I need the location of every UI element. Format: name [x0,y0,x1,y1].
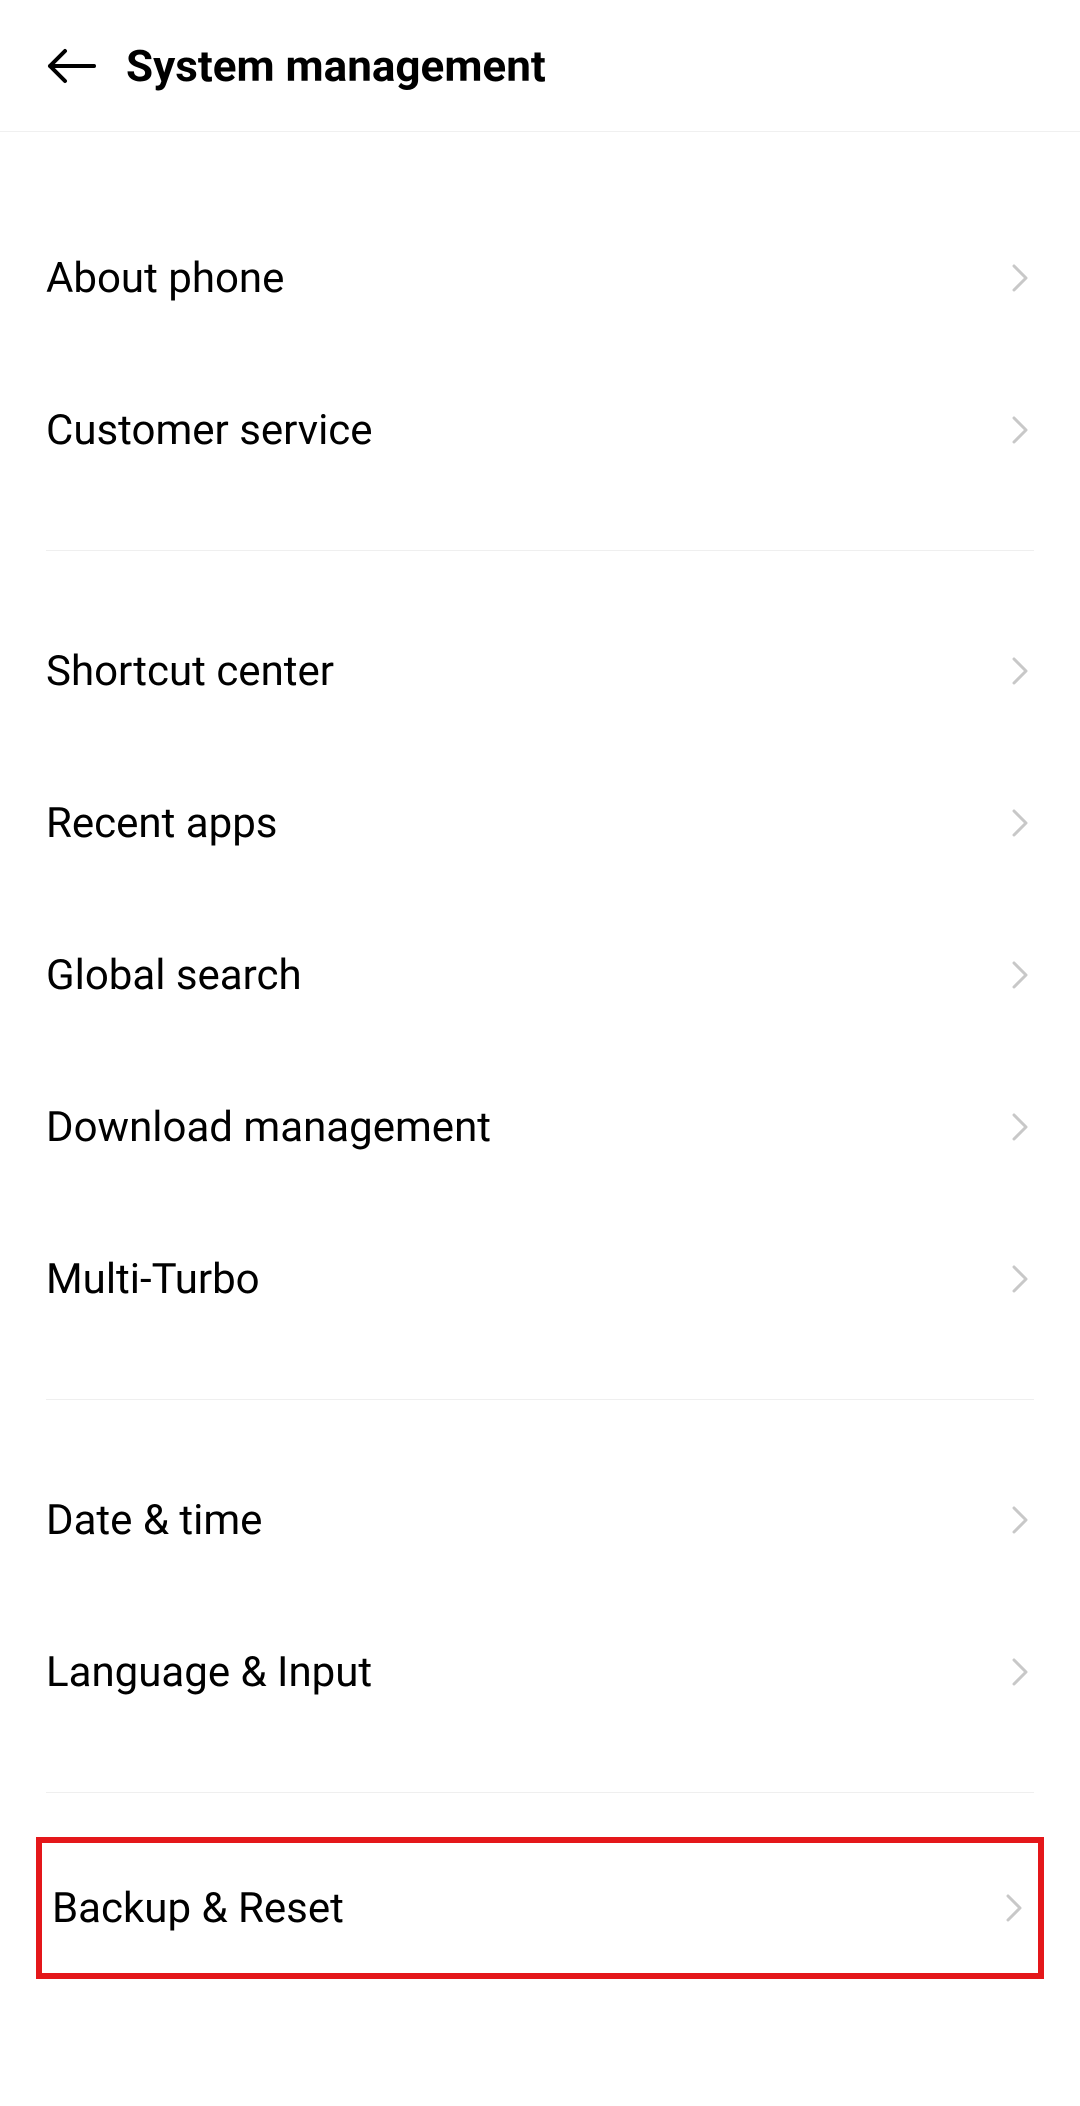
chevron-right-icon [1006,961,1034,989]
group-shortcuts: Shortcut center Recent apps Global searc… [0,595,1080,1355]
chevron-right-icon [1006,1113,1034,1141]
item-label: Global search [46,951,302,1000]
item-shortcut-center[interactable]: Shortcut center [46,595,1034,747]
item-customer-service[interactable]: Customer service [46,354,1034,506]
divider [46,1792,1034,1793]
item-label: Multi-Turbo [46,1255,260,1304]
item-global-search[interactable]: Global search [46,899,1034,1051]
item-date-time[interactable]: Date & time [46,1444,1034,1596]
divider [46,1399,1034,1400]
group-locale: Date & time Language & Input [0,1444,1080,1748]
item-backup-reset[interactable]: Backup & Reset [52,1843,1028,1973]
group-general: About phone Customer service [0,202,1080,506]
chevron-right-icon [1006,1265,1034,1293]
back-button[interactable] [46,41,96,91]
page-title: System management [126,40,546,92]
item-multi-turbo[interactable]: Multi-Turbo [46,1203,1034,1355]
chevron-right-icon [1006,809,1034,837]
item-about-phone[interactable]: About phone [46,202,1034,354]
arrow-left-icon [46,47,96,85]
item-label: Customer service [46,406,373,455]
chevron-right-icon [1006,264,1034,292]
item-label: Language & Input [46,1648,372,1697]
highlight-annotation: Backup & Reset [36,1837,1044,1979]
header: System management [0,0,1080,132]
item-label: Download management [46,1103,491,1152]
item-label: Backup & Reset [52,1884,344,1933]
item-language-input[interactable]: Language & Input [46,1596,1034,1748]
item-download-management[interactable]: Download management [46,1051,1034,1203]
item-label: Recent apps [46,799,277,848]
chevron-right-icon [1000,1894,1028,1922]
item-label: About phone [46,254,284,303]
content-area: About phone Customer service Shortcut ce… [0,132,1080,1979]
item-recent-apps[interactable]: Recent apps [46,747,1034,899]
item-label: Shortcut center [46,647,334,696]
chevron-right-icon [1006,416,1034,444]
chevron-right-icon [1006,1506,1034,1534]
divider [46,550,1034,551]
item-label: Date & time [46,1496,262,1545]
chevron-right-icon [1006,657,1034,685]
chevron-right-icon [1006,1658,1034,1686]
